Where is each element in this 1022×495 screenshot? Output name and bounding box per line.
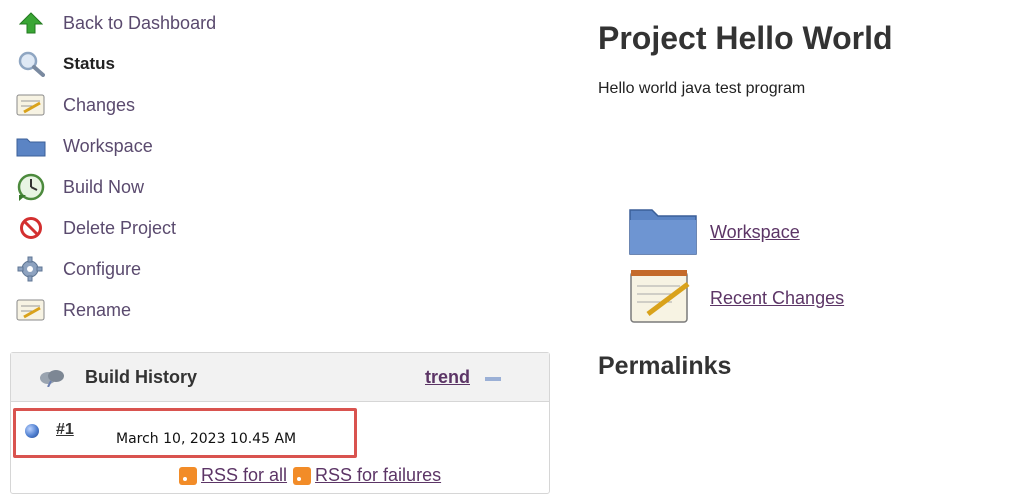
build-status-ball-icon (25, 424, 39, 438)
sidebar-item-label: Status (63, 54, 115, 73)
trend-link[interactable]: trend (425, 367, 470, 388)
build-history-title: Build History (85, 367, 198, 387)
rss-icon (179, 466, 197, 485)
rss-icon (293, 466, 312, 485)
folder-icon (14, 132, 48, 160)
rss-failures-link[interactable]: RSS for failures (315, 465, 441, 486)
notepad-icon (628, 266, 698, 331)
sidebar-item-label: Rename (63, 299, 132, 320)
workspace-link[interactable]: Workspace (710, 222, 800, 243)
build-number-link[interactable]: #1 (56, 421, 74, 439)
sidebar-item-build-now[interactable]: Build Now (14, 172, 144, 202)
sidebar-item-label: Configure (63, 258, 142, 279)
build-row[interactable]: #1 March 10, 2023 10.45 AM (13, 408, 357, 458)
folder-icon (628, 204, 698, 261)
rss-links: RSS for all RSS for failures (179, 465, 447, 486)
gear-icon (14, 255, 48, 283)
sidebar-item-label: Workspace (63, 135, 153, 156)
sidebar-item-configure[interactable]: Configure (14, 254, 141, 284)
up-arrow-icon (14, 9, 48, 37)
weather-icon (37, 367, 67, 392)
rss-all-link[interactable]: RSS for all (201, 465, 287, 486)
notepad-icon (14, 91, 48, 119)
sidebar-item-status[interactable]: Status (14, 49, 115, 79)
permalinks-heading: Permalinks (598, 352, 732, 380)
sidebar-item-workspace[interactable]: Workspace (14, 131, 153, 161)
build-date: March 10, 2023 10.45 AM (116, 431, 297, 447)
sidebar-item-changes[interactable]: Changes (14, 90, 135, 120)
project-description: Hello world java test program (598, 80, 806, 97)
sidebar-item-rename[interactable]: Rename (14, 295, 131, 325)
sidebar-item-delete-project[interactable]: Delete Project (14, 213, 176, 243)
recent-changes-link[interactable]: Recent Changes (710, 288, 844, 309)
sidebar-item-label: Delete Project (63, 217, 177, 238)
sidebar-item-label: Back to Dashboard (63, 12, 217, 33)
clock-icon (14, 173, 48, 201)
sidebar-item-label: Changes (63, 94, 136, 115)
search-icon (14, 50, 48, 78)
sidebar-item-back-to-dashboard[interactable]: Back to Dashboard (14, 8, 216, 38)
collapse-icon[interactable] (485, 377, 501, 381)
sidebar-item-label: Build Now (63, 176, 145, 197)
notepad-icon (14, 296, 48, 324)
workspace-link-item[interactable]: Workspace (628, 204, 800, 261)
build-history-header: Build History trend (11, 353, 549, 402)
recent-changes-link-item[interactable]: Recent Changes (628, 266, 844, 331)
no-entry-icon (14, 214, 48, 242)
build-history-panel: Build History trend #1 March 10, 2023 10… (10, 352, 550, 494)
page-title: Project Hello World (598, 20, 893, 56)
